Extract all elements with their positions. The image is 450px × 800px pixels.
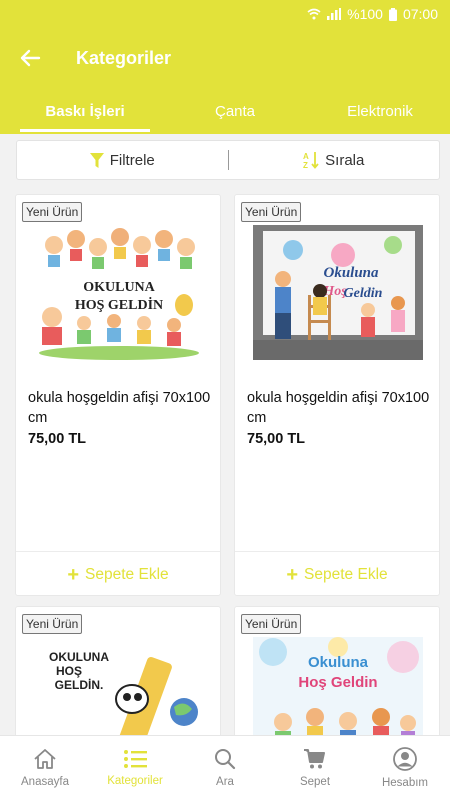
home-icon — [34, 749, 56, 769]
new-product-badge: Yeni Ürün — [241, 614, 302, 634]
cart-icon — [304, 749, 325, 769]
image-text: Okuluna — [308, 654, 369, 671]
back-button[interactable] — [2, 28, 58, 88]
page-title: Kategoriler — [76, 47, 172, 68]
nav-categories-label: Kategoriler — [107, 775, 163, 787]
filter-icon — [89, 152, 104, 168]
sort-button[interactable]: AZ Sırala — [229, 141, 440, 179]
bottom-navigation: Anasayfa Kategoriler Ara Sepet Hesabım — [0, 735, 450, 800]
app-bar: Kategoriler — [0, 28, 450, 88]
battery-percent: %100 — [347, 6, 383, 22]
new-product-badge: Yeni Ürün — [22, 614, 83, 634]
product-image[interactable]: OKULUNA HOŞ GELDİN — [34, 225, 204, 360]
category-tabs: Baskı İşleri Çanta Elektronik — [0, 88, 450, 134]
add-to-cart-button[interactable]: + Sepete Ekle — [235, 551, 439, 595]
add-to-cart-label: Sepete Ekle — [85, 565, 169, 583]
image-text: HOŞ GELDİN — [75, 296, 163, 313]
nav-categories[interactable]: Kategoriler — [90, 736, 180, 800]
product-name[interactable]: okula hoşgeldin afişi 70x100 cm — [247, 388, 432, 428]
svg-text:Z: Z — [303, 161, 308, 169]
nav-cart-label: Sepet — [299, 776, 331, 788]
nav-search-label: Ara — [216, 776, 234, 788]
filter-label: Filtrele — [109, 151, 155, 169]
nav-account-label: Hesabım — [381, 777, 429, 789]
product-name[interactable]: okula hoşgeldin afişi 70x100 cm — [28, 388, 213, 428]
battery-icon — [388, 7, 397, 21]
filter-sort-bar: Filtrele AZ Sırala — [16, 140, 440, 180]
product-price: 75,00 TL — [28, 431, 87, 447]
new-product-badge: Yeni Ürün — [241, 202, 302, 222]
image-text: Okuluna — [323, 265, 379, 281]
tab-canta[interactable]: Çanta — [180, 88, 290, 134]
new-product-badge: Yeni Ürün — [22, 202, 83, 222]
image-text: Hoş Geldin — [298, 674, 377, 691]
sort-label: Sırala — [325, 151, 365, 169]
nav-home[interactable]: Anasayfa — [0, 736, 90, 800]
nav-account[interactable]: Hesabım — [360, 736, 450, 800]
svg-text:A: A — [303, 152, 309, 161]
plus-icon: + — [286, 563, 299, 586]
signal-icon — [327, 8, 342, 20]
product-card[interactable]: Yeni Ürün OKULUNA HOŞ GELDİN okula hoşge… — [15, 194, 221, 596]
image-text: OKULUNA — [83, 280, 155, 295]
add-to-cart-button[interactable]: + Sepete Ekle — [16, 551, 220, 595]
plus-icon: + — [67, 563, 80, 586]
filter-button[interactable]: Filtrele — [17, 141, 228, 179]
product-card[interactable]: Yeni Ürün Okuluna Hoş Geldin okula hoşge… — [234, 194, 440, 596]
sort-az-icon: AZ — [303, 152, 319, 169]
image-text: Geldin — [344, 286, 383, 301]
tab-baski-isleri[interactable]: Baskı İşleri — [20, 88, 150, 134]
arrow-left-icon — [20, 49, 41, 67]
nav-search[interactable]: Ara — [180, 736, 270, 800]
add-to-cart-label: Sepete Ekle — [304, 565, 388, 583]
list-icon — [124, 750, 147, 768]
wifi-icon — [307, 8, 321, 20]
image-text: GELDİN. — [55, 677, 104, 692]
tab-elektronik[interactable]: Elektronik — [330, 88, 430, 134]
status-bar: %100 07:00 — [0, 0, 450, 28]
nav-home-label: Anasayfa — [21, 776, 69, 788]
search-icon — [215, 749, 236, 770]
image-text: OKULUNA — [49, 650, 109, 664]
product-image[interactable]: Okuluna Hoş Geldin — [253, 225, 423, 360]
product-price: 75,00 TL — [247, 431, 306, 447]
nav-cart[interactable]: Sepet — [270, 736, 360, 800]
image-text: HOŞ — [56, 664, 82, 678]
clock: 07:00 — [402, 6, 438, 22]
account-icon — [393, 747, 417, 771]
